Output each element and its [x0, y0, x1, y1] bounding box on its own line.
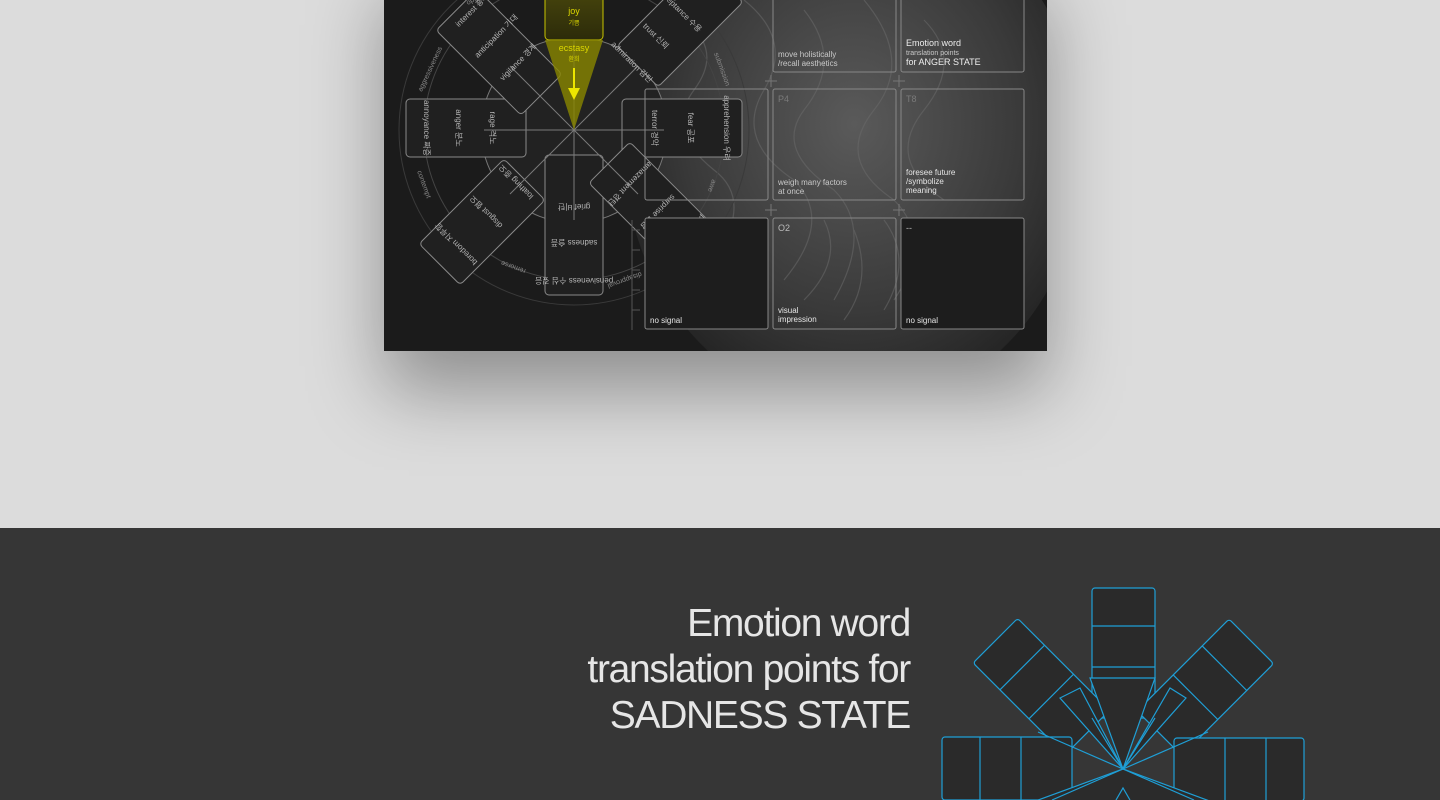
heading-line: translation points for	[587, 648, 911, 691]
ecstasy-label: ecstasy	[559, 43, 590, 53]
cell-caption: move holistically /recall aesthetics	[778, 50, 838, 68]
heading-line: Emotion word	[687, 602, 911, 645]
caption-line: meaning	[906, 186, 937, 195]
poster-image: joy 기쁨 ecstasy 환희 interest 흥미 anticipati…	[384, 0, 1047, 351]
caption-line: /recall aesthetics	[778, 59, 838, 68]
cell-code: --	[906, 223, 912, 233]
cell-caption: translation points for ANGER STATE	[906, 49, 981, 67]
petal-upper-right	[1137, 619, 1273, 755]
sadness-wheel-diagram	[941, 587, 1305, 800]
caption-line: /symbolize	[906, 177, 944, 186]
section-heading: Emotion word translation points for SADN…	[587, 601, 912, 739]
petal-label: grief 비탄	[557, 202, 590, 212]
petal-label: fear 공포	[686, 113, 695, 144]
cell-code: P4	[778, 94, 790, 104]
ecstasy-ko-label: 환희	[568, 55, 579, 63]
cell-caption: weigh many factors at once	[778, 178, 847, 196]
cell-code: O2	[778, 223, 791, 233]
petal-left	[941, 736, 1073, 800]
caption-line: foresee future	[906, 168, 956, 177]
top-section: joy 기쁨 ecstasy 환희 interest 흥미 anticipati…	[0, 0, 1440, 528]
cell-caption: no signal	[906, 316, 939, 325]
petal-label: terror 경악	[650, 110, 660, 147]
sadness-section: Emotion word translation points for SADN…	[0, 528, 1440, 800]
caption-line: impression	[778, 315, 817, 324]
caption-line: at once	[778, 187, 805, 196]
ring-label: remorse	[500, 259, 527, 274]
joy-ko-label: 기쁨	[568, 19, 580, 27]
cell-caption: no signal	[650, 316, 683, 325]
caption-line: for ANGER STATE	[906, 57, 981, 67]
petal-label: rage 격노	[488, 112, 498, 145]
petal-upper-left	[973, 619, 1109, 755]
joy-label: joy	[567, 6, 580, 16]
ring-label: contempt	[415, 170, 431, 200]
cell-title: Emotion word	[906, 38, 962, 48]
caption-line: move holistically	[778, 50, 837, 59]
petal-label: pensiveness 수심 깊음	[535, 276, 613, 286]
heading-line: SADNESS STATE	[609, 694, 912, 737]
cell-caption: visual impression	[778, 306, 817, 324]
cell-caption: foresee future /symbolize meaning	[906, 168, 955, 195]
petal-label: annoyance 짜증	[422, 100, 431, 156]
petal-right	[1173, 737, 1305, 800]
petal-label: apprehension 우려	[722, 95, 732, 160]
cell-code: T8	[906, 94, 917, 104]
petal-label: sadness 슬픔	[551, 238, 598, 248]
petal-label: anger 분노	[454, 109, 463, 146]
caption-line: weigh many factors	[778, 178, 847, 187]
caption-line: visual	[778, 306, 799, 315]
